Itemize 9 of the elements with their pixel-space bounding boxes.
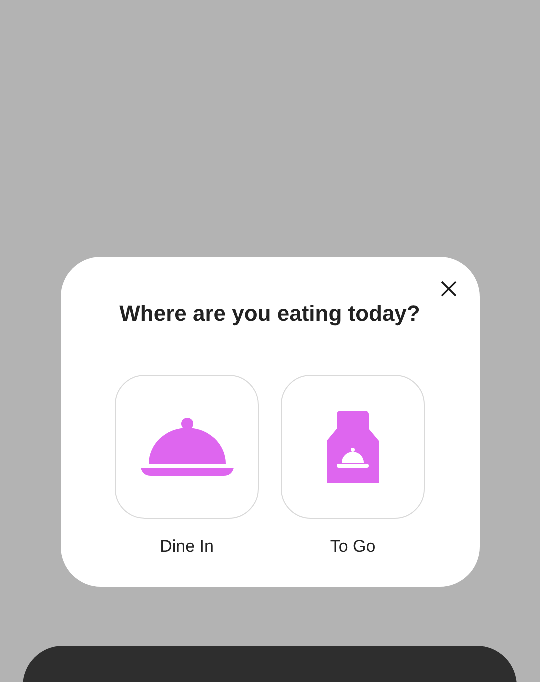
takeaway-bag-icon: [327, 411, 379, 483]
close-button[interactable]: [440, 280, 458, 298]
close-icon: [440, 281, 456, 297]
option-tile[interactable]: [115, 375, 259, 519]
option-label: To Go: [330, 536, 376, 558]
dialog-title: Where are you eating today?: [120, 300, 420, 328]
option-tile[interactable]: [281, 375, 425, 519]
cloche-icon: [140, 418, 234, 476]
option-label: Dine In: [160, 536, 214, 558]
